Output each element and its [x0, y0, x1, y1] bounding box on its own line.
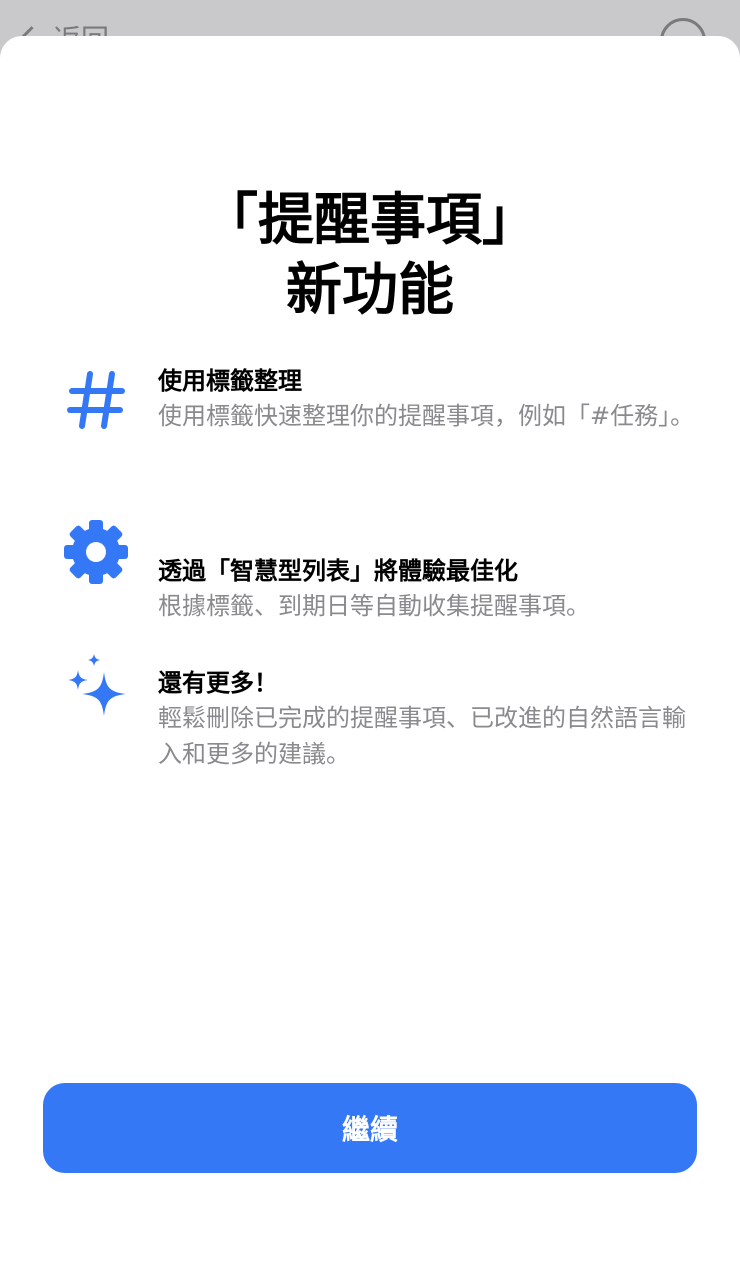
feature-heading: 透過「智慧型列表」將體驗最佳化: [158, 557, 518, 585]
feature-description: 輕鬆刪除已完成的提醒事項、已改進的自然語言輸入和更多的建議。: [158, 704, 686, 768]
title-line-2: 新功能: [286, 258, 454, 323]
gear-icon: [64, 520, 128, 584]
hashtag-icon: [67, 371, 125, 429]
continue-button[interactable]: 繼續: [43, 1083, 697, 1173]
whats-new-sheet: 「提醒事項」 新功能 使用標籤整理 使用標籤快速整理你的提醒事項，例如「#任務」…: [0, 36, 740, 1280]
feature-description: 根據標籤、到期日等自動收集提醒事項。: [158, 592, 590, 620]
sparkles-icon: [68, 654, 126, 716]
feature-heading: 還有更多！: [158, 669, 278, 697]
feature-heading: 使用標籤整理: [158, 367, 302, 395]
title-line-1: 「提醒事項」: [202, 188, 538, 253]
page-title: 「提醒事項」 新功能: [0, 186, 740, 326]
feature-description: 使用標籤快速整理你的提醒事項，例如「#任務」。: [158, 402, 695, 430]
